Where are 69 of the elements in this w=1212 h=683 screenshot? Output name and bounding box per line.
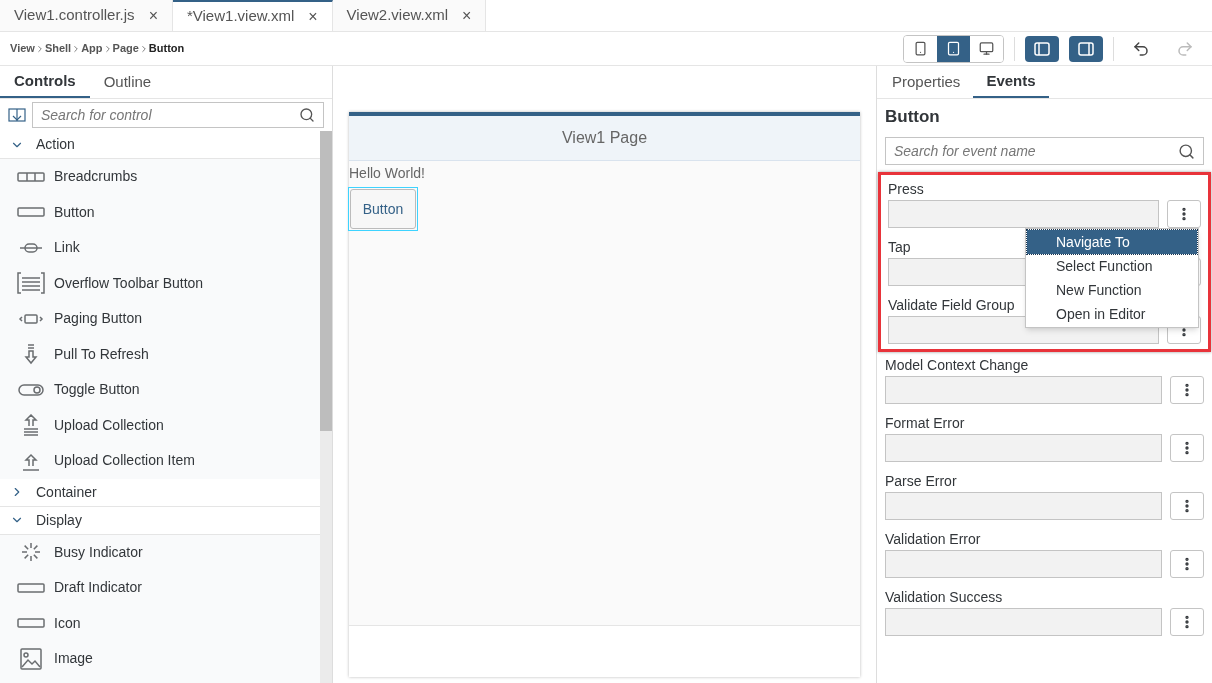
event-label: Format Error xyxy=(885,414,965,432)
tab-label: *View1.view.xml xyxy=(186,6,295,27)
control-label: Pull To Refresh xyxy=(54,344,149,364)
control-label: Button xyxy=(54,202,95,222)
control-heading: Button xyxy=(885,106,941,128)
page-title: View1 Page xyxy=(561,128,648,148)
close-button[interactable]: × xyxy=(462,3,472,28)
tab-label: View2.view.xml xyxy=(346,5,448,26)
event-label: Validation Error xyxy=(885,530,981,548)
group-header[interactable]: Action xyxy=(0,131,320,159)
tab-label: View1.controller.js xyxy=(14,5,135,26)
breadcrumb-link[interactable]: View xyxy=(10,40,35,57)
search-field[interactable]: Search for event name xyxy=(885,137,1204,165)
breadcrumb-link[interactable]: Shell xyxy=(44,40,72,57)
control-item[interactable]: Pull To Refresh xyxy=(0,336,320,372)
event-label: Validate Field Group xyxy=(888,296,1015,314)
control-item[interactable]: Image xyxy=(0,641,320,677)
menu-item[interactable]: Open in Editor xyxy=(1027,302,1197,326)
group-header[interactable]: Display xyxy=(0,506,320,535)
hello-text: Hello World! xyxy=(349,164,426,183)
breadcrumb-link[interactable]: Page xyxy=(112,40,139,57)
file-tab[interactable]: View2.view.xml × xyxy=(332,0,487,31)
control-item[interactable]: Toggle Button xyxy=(0,372,320,408)
search-placeholder: Search for control xyxy=(41,105,153,125)
group-label: Container xyxy=(36,482,97,502)
control-item[interactable]: Overflow Toolbar Button xyxy=(0,265,320,301)
control-item[interactable]: Busy Indicator xyxy=(0,534,320,570)
control-label: Icon xyxy=(54,613,81,633)
panel-tab[interactable]: Properties xyxy=(879,66,974,98)
control-label: Toggle Button xyxy=(54,380,140,400)
control-label: Image xyxy=(54,649,93,669)
control-label: Overflow Toolbar Button xyxy=(54,273,204,293)
control-item[interactable]: Paging Button xyxy=(0,301,320,337)
control-label: Upload Collection Item xyxy=(54,451,195,471)
control-label: Busy Indicator xyxy=(54,542,143,562)
search-placeholder: Search for event name xyxy=(894,141,1037,161)
close-button[interactable]: × xyxy=(308,4,318,29)
preview-button[interactable]: Button xyxy=(350,189,416,229)
panel-tab[interactable]: Events xyxy=(973,66,1049,98)
control-label: Breadcrumbs xyxy=(54,167,138,187)
control-item[interactable]: Draft Indicator xyxy=(0,570,320,606)
close-button[interactable]: × xyxy=(148,3,158,28)
event-label: Tap xyxy=(888,238,911,256)
group-label: Action xyxy=(36,135,75,154)
menu-item[interactable]: New Function xyxy=(1027,278,1197,302)
control-item[interactable]: Breadcrumbs xyxy=(0,159,320,195)
control-item[interactable]: Upload Collection xyxy=(0,407,320,443)
file-tab[interactable]: *View1.view.xml × xyxy=(172,0,333,31)
control-label: Upload Collection xyxy=(54,415,164,435)
group-label: Display xyxy=(36,510,82,530)
control-item[interactable]: Button xyxy=(0,194,320,230)
group-header[interactable]: Container xyxy=(0,478,320,507)
menu-item[interactable]: Select Function xyxy=(1027,254,1197,278)
event-label: Press xyxy=(888,180,924,198)
control-item[interactable]: Upload Collection Item xyxy=(0,443,320,479)
control-label: Draft Indicator xyxy=(54,578,142,598)
event-label: Model Context Change xyxy=(885,356,1029,374)
breadcrumb-link[interactable]: Button xyxy=(148,40,185,57)
menu-item[interactable]: Navigate To xyxy=(1027,230,1197,254)
file-tab[interactable]: View1.controller.js × xyxy=(0,0,173,31)
panel-tab[interactable]: Outline xyxy=(89,66,166,98)
search-field[interactable]: Search for control xyxy=(32,102,324,128)
control-label: Link xyxy=(54,238,80,258)
control-item[interactable]: Icon xyxy=(0,605,320,641)
event-label: Parse Error xyxy=(885,472,957,490)
control-label: Paging Button xyxy=(54,309,142,329)
event-label: Validation Success xyxy=(885,588,1003,606)
control-item[interactable]: Link xyxy=(0,230,320,266)
breadcrumb-link[interactable]: App xyxy=(81,40,103,57)
